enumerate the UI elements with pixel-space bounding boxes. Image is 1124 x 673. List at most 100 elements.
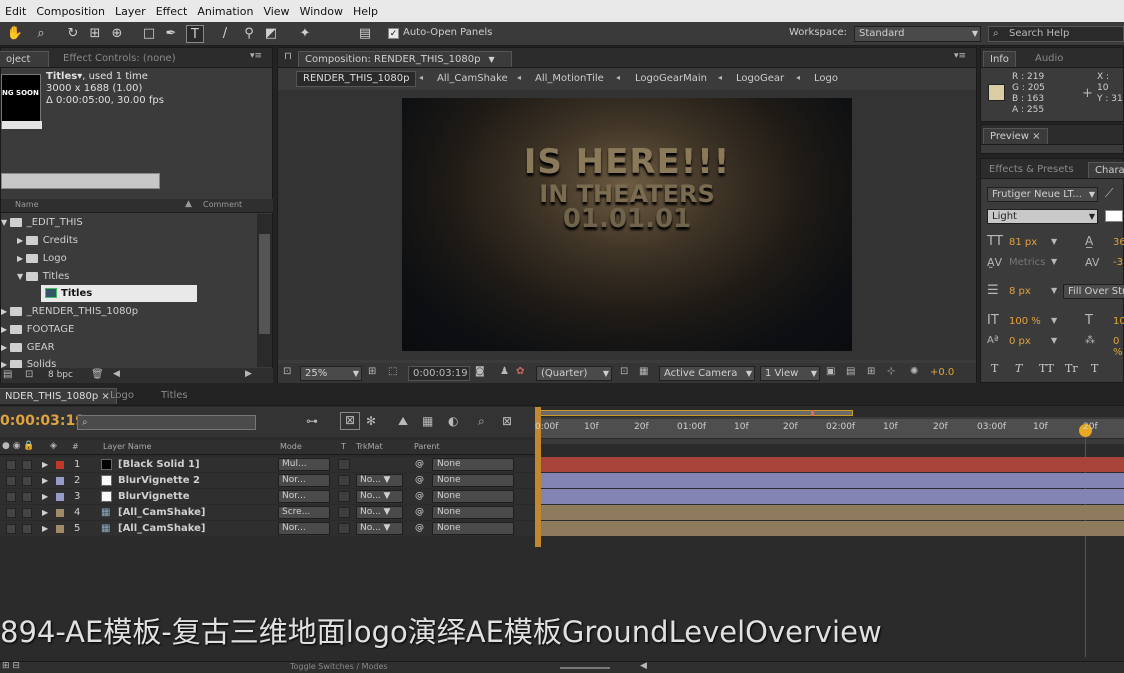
snapshot-icon[interactable]: ◙ bbox=[475, 366, 485, 377]
column-trkmat[interactable]: TrkMat bbox=[356, 442, 383, 451]
video-toggle[interactable] bbox=[6, 460, 16, 470]
video-toggle[interactable] bbox=[6, 508, 16, 518]
breadcrumb-item-motiontile[interactable]: All_MotionTile bbox=[535, 73, 604, 84]
baseline-shift-value[interactable]: 0 px bbox=[1009, 336, 1031, 347]
layer-duration-bar[interactable] bbox=[541, 457, 1124, 472]
expand-layer-icon[interactable]: ▶ bbox=[42, 457, 48, 472]
pickwhip-icon[interactable]: @ bbox=[415, 457, 424, 472]
parent-select[interactable]: None bbox=[432, 522, 514, 535]
resolution-select[interactable]: (Quarter) ▼ bbox=[536, 366, 612, 381]
tree-item-render-this[interactable]: ▶ _RENDER_THIS_1080p bbox=[1, 303, 138, 320]
panel-menu-icon[interactable]: ▾≡ bbox=[954, 51, 966, 61]
graph-editor-icon[interactable]: ⊠ bbox=[502, 414, 512, 428]
live-update-icon[interactable]: ⊠ bbox=[340, 412, 360, 430]
layer-name[interactable]: [Black Solid 1] bbox=[118, 457, 200, 472]
tab-effect-controls[interactable]: Effect Controls: (none) bbox=[57, 51, 182, 67]
camera-tool-icon[interactable]: ⊞ bbox=[86, 25, 104, 43]
pen-tool-icon[interactable]: ✒ bbox=[162, 25, 180, 43]
video-toggle[interactable] bbox=[6, 492, 16, 502]
solo-toggle[interactable] bbox=[22, 476, 32, 486]
layer-name[interactable]: BlurVignette 2 bbox=[118, 473, 200, 488]
project-search-input[interactable] bbox=[1, 173, 160, 189]
new-composition-icon[interactable]: ⊡ bbox=[25, 369, 33, 380]
project-scrollbar[interactable] bbox=[257, 214, 272, 367]
trkmat-select[interactable]: No... ▼ bbox=[356, 474, 403, 487]
trash-icon[interactable]: 🗑 bbox=[91, 369, 104, 380]
layer-search-input[interactable]: ⌕ bbox=[77, 415, 256, 430]
layer-row[interactable]: ▶ 2 BlurVignette 2 Nor... No... ▼ @ None bbox=[0, 473, 535, 489]
video-toggle[interactable] bbox=[6, 524, 16, 534]
tracking-value[interactable]: -3 bbox=[1113, 257, 1123, 268]
mode-select[interactable]: Mul... bbox=[278, 458, 330, 471]
exposure-icon[interactable]: ✺ bbox=[910, 366, 918, 377]
brainstorm-icon[interactable]: ⌕ bbox=[478, 414, 485, 429]
label-color[interactable] bbox=[56, 525, 64, 533]
chevron-down-icon[interactable]: ▼ bbox=[1051, 237, 1057, 246]
superscript-button[interactable]: T bbox=[1091, 362, 1098, 375]
frame-blending-icon[interactable]: ▦ bbox=[422, 414, 433, 428]
label-color[interactable] bbox=[56, 493, 64, 501]
eyedropper-icon[interactable]: ⟋ bbox=[1105, 186, 1113, 201]
layer-row[interactable]: ▶ 4 ▦ [All_CamShake] Scre... No... ▼ @ None bbox=[0, 505, 535, 521]
toggle-switches-modes-button[interactable]: Toggle Switches / Modes bbox=[290, 662, 388, 671]
puppet-tool-icon[interactable]: ✦ bbox=[296, 25, 314, 43]
mode-select[interactable]: Scre... bbox=[278, 506, 330, 519]
pixel-aspect-icon[interactable]: ▣ bbox=[826, 366, 835, 377]
faux-italic-button[interactable]: T bbox=[1015, 362, 1022, 375]
tree-item-gear[interactable]: ▶ GEAR bbox=[1, 339, 55, 356]
menu-effect[interactable]: Effect bbox=[151, 5, 193, 18]
scrollbar-thumb[interactable] bbox=[259, 234, 270, 334]
parent-select[interactable]: None bbox=[432, 506, 514, 519]
view-layout-select[interactable]: 1 View ▼ bbox=[760, 366, 820, 381]
tab-project[interactable]: oject bbox=[0, 51, 49, 67]
bpc-label[interactable]: 8 bpc bbox=[48, 370, 73, 380]
type-tool-icon[interactable]: T bbox=[186, 25, 204, 43]
menu-help[interactable]: Help bbox=[348, 5, 383, 18]
tab-titles[interactable]: Titles bbox=[155, 388, 194, 404]
hide-shy-layers-icon[interactable]: ⛰ bbox=[398, 414, 408, 429]
layer-name[interactable]: [All_CamShake] bbox=[118, 505, 205, 520]
pickwhip-icon[interactable]: @ bbox=[415, 473, 424, 488]
scroll-right-icon[interactable]: ▶ bbox=[245, 369, 252, 379]
column-t[interactable]: T bbox=[341, 442, 346, 451]
font-size-value[interactable]: 81 px bbox=[1009, 237, 1037, 248]
tab-character[interactable]: Chara bbox=[1088, 162, 1124, 178]
preserve-transparency-toggle[interactable] bbox=[338, 507, 350, 518]
faux-bold-button[interactable]: T bbox=[991, 362, 998, 375]
parent-select[interactable]: None bbox=[432, 490, 514, 503]
workspace-select[interactable]: Standard ▼ bbox=[854, 26, 981, 42]
timeline-icon[interactable]: ⊞ bbox=[867, 366, 875, 377]
tree-item-titles-comp[interactable]: Titles bbox=[41, 285, 197, 302]
pickwhip-icon[interactable]: @ bbox=[415, 489, 424, 504]
pickwhip-icon[interactable]: @ bbox=[415, 505, 424, 520]
layer-row[interactable]: ▶ 5 ▦ [All_CamShake] Nor... No... ▼ @ None bbox=[0, 521, 535, 537]
tsume-value[interactable]: 0 % bbox=[1113, 336, 1123, 358]
panel-toggle-icon[interactable]: ▤ bbox=[356, 25, 374, 43]
zoom-tool-icon[interactable]: ⌕ bbox=[32, 25, 50, 43]
region-of-interest-icon[interactable]: ⊡ bbox=[620, 366, 628, 377]
zoom-in-icon[interactable]: ◀ bbox=[640, 661, 647, 671]
mode-select[interactable]: Nor... bbox=[278, 522, 330, 535]
flowchart-icon[interactable]: ⊹ bbox=[887, 366, 895, 377]
video-toggle[interactable] bbox=[6, 476, 16, 486]
draft-3d-icon[interactable]: ✻ bbox=[366, 414, 376, 428]
expand-collapse-icon[interactable]: ⊞ ⊟ bbox=[2, 661, 20, 671]
layer-duration-bar[interactable] bbox=[541, 521, 1124, 536]
solo-toggle[interactable] bbox=[22, 508, 32, 518]
mode-select[interactable]: Nor... bbox=[278, 474, 330, 487]
rectangle-tool-icon[interactable]: □ bbox=[140, 25, 158, 43]
auto-open-checkbox[interactable]: ✓ bbox=[388, 28, 399, 39]
fill-color-swatch[interactable] bbox=[1105, 210, 1123, 222]
zoom-select[interactable]: 25% ▼ bbox=[300, 366, 362, 381]
menu-window[interactable]: Window bbox=[295, 5, 348, 18]
layer-name[interactable]: BlurVignette bbox=[118, 489, 190, 504]
font-family-select[interactable]: Frutiger Neue LT... ▼ bbox=[987, 187, 1098, 202]
layer-name[interactable]: [All_CamShake] bbox=[118, 521, 205, 536]
label-color[interactable] bbox=[56, 477, 64, 485]
label-color[interactable] bbox=[56, 509, 64, 517]
leading-value[interactable]: 36 bbox=[1113, 237, 1124, 248]
hand-tool-icon[interactable]: ✋ bbox=[6, 25, 24, 43]
column-name[interactable]: Name bbox=[15, 200, 39, 209]
parent-select[interactable]: None bbox=[432, 458, 514, 471]
column-layer-name[interactable]: Layer Name bbox=[103, 442, 151, 451]
